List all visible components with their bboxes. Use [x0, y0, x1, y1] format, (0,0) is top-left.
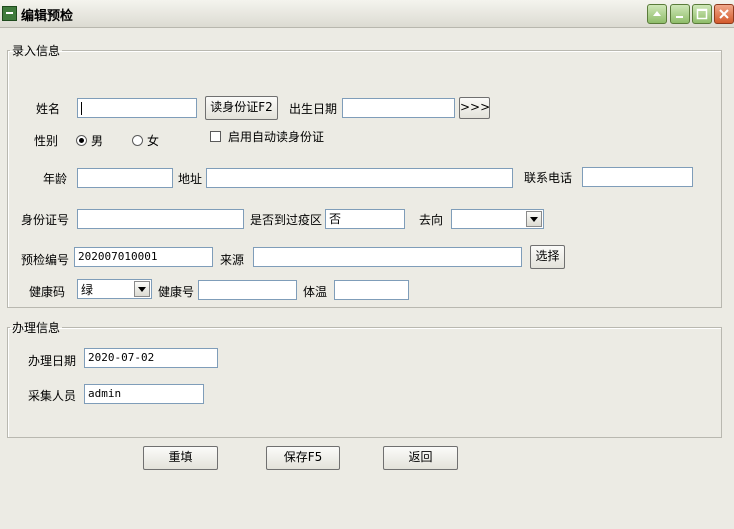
entry-info-legend: 录入信息	[12, 44, 61, 58]
dropdown-arrow-icon[interactable]	[134, 281, 150, 297]
gender-female-label[interactable]: 女	[147, 132, 159, 149]
collector-label: 采集人员	[28, 389, 77, 403]
phone-label: 联系电话	[524, 171, 573, 185]
underscore-icon	[676, 16, 683, 18]
temperature-input[interactable]	[334, 280, 409, 300]
select-button[interactable]: 选择	[530, 245, 565, 269]
read-id-card-button[interactable]: 读身份证F2	[205, 96, 278, 120]
health-number-label: 健康号	[158, 285, 195, 299]
epidemic-area-label: 是否到过疫区	[250, 213, 323, 227]
maximize-icon	[696, 8, 708, 20]
age-label: 年龄	[43, 172, 68, 186]
handle-info-legend: 办理信息	[12, 321, 61, 335]
gender-label: 性别	[34, 134, 59, 148]
health-code-value: 绿	[81, 283, 94, 297]
birth-date-label: 出生日期	[289, 102, 338, 116]
close-icon	[719, 9, 729, 19]
gender-female-radio[interactable]	[132, 135, 143, 146]
minimize-button-2[interactable]	[670, 4, 690, 24]
minimize-button[interactable]	[647, 4, 667, 24]
age-input[interactable]	[77, 168, 173, 188]
back-button[interactable]: 返回	[383, 446, 458, 470]
handle-date-input[interactable]: 2020-07-02	[84, 348, 218, 368]
health-number-input[interactable]	[198, 280, 297, 300]
source-label: 来源	[220, 253, 245, 267]
id-number-label: 身份证号	[21, 213, 70, 227]
close-button[interactable]	[714, 4, 734, 24]
health-code-label: 健康码	[29, 285, 66, 299]
name-label: 姓名	[36, 102, 61, 116]
reset-button[interactable]: 重填	[143, 446, 218, 470]
auto-read-label[interactable]: 启用自动读身份证	[228, 128, 324, 145]
precheck-number-input[interactable]: 202007010001	[74, 247, 213, 267]
collector-input[interactable]: admin	[84, 384, 204, 404]
maximize-button[interactable]	[692, 4, 712, 24]
more-button[interactable]: >>>	[459, 97, 490, 119]
handle-info-group: 办理信息	[7, 319, 722, 438]
gender-male-radio[interactable]	[76, 135, 87, 146]
auto-read-checkbox[interactable]	[210, 131, 221, 142]
system-menu-icon[interactable]	[2, 6, 17, 21]
phone-input[interactable]	[582, 167, 693, 187]
temperature-label: 体温	[303, 285, 328, 299]
health-code-select[interactable]: 绿	[77, 279, 152, 299]
dropdown-arrow-icon[interactable]	[526, 211, 542, 227]
gender-male-label[interactable]: 男	[91, 132, 103, 149]
address-input[interactable]	[206, 168, 513, 188]
precheck-number-label: 预检编号	[21, 253, 70, 267]
birth-date-input[interactable]	[342, 98, 455, 118]
minimize-icon	[653, 11, 661, 16]
title-bar: 编辑预检	[0, 0, 734, 28]
name-input[interactable]	[77, 98, 197, 118]
source-input[interactable]	[253, 247, 522, 267]
text-caret	[81, 101, 82, 115]
destination-select[interactable]	[451, 209, 544, 229]
handle-date-label: 办理日期	[28, 354, 77, 368]
address-label: 地址	[178, 172, 203, 186]
save-button[interactable]: 保存F5	[266, 446, 340, 470]
window-title: 编辑预检	[21, 9, 74, 24]
epidemic-area-input[interactable]: 否	[325, 209, 405, 229]
destination-label: 去向	[419, 213, 444, 227]
id-number-input[interactable]	[77, 209, 244, 229]
